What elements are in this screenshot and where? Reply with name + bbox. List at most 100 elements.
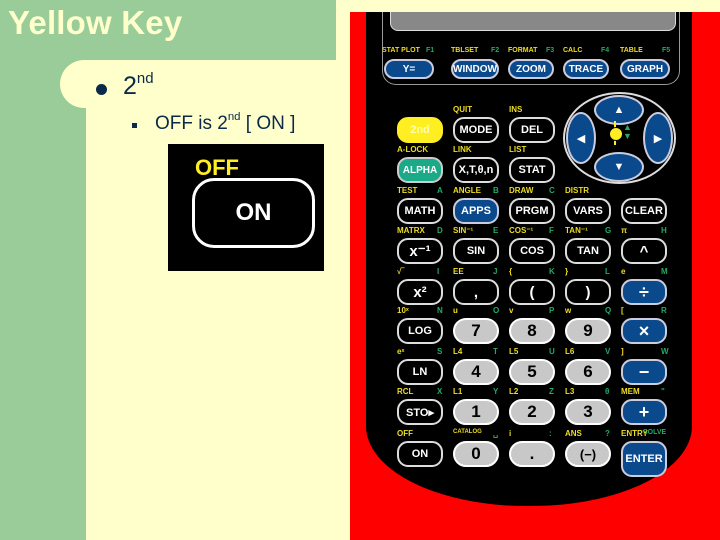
key-8-button[interactable]: 8 xyxy=(509,318,555,344)
key-2-button[interactable]: 2 xyxy=(509,399,555,425)
key-0-button[interactable]: 0 xyxy=(453,441,499,467)
key-key-button[interactable]: − xyxy=(621,359,667,385)
key-1-button[interactable]: 1 xyxy=(453,399,499,425)
alpha-label-c: C xyxy=(549,186,555,195)
alpha-label-d: D xyxy=(437,226,443,235)
alpha-label-g: G xyxy=(605,226,612,235)
key-on-button[interactable]: ON xyxy=(397,441,443,467)
alpha-label-a: A xyxy=(437,186,443,195)
key-alpha-button[interactable]: ALPHA xyxy=(397,157,443,183)
second-label-rcl: RCL xyxy=(397,387,414,396)
key-ln-button[interactable]: LN xyxy=(397,359,443,385)
key-6-button[interactable]: 6 xyxy=(565,359,611,385)
key-enter-button[interactable]: ENTER xyxy=(621,441,667,477)
key-sto-button[interactable]: STO▸ xyxy=(397,399,443,425)
key-sin-button[interactable]: SIN xyxy=(453,238,499,264)
key-5-button[interactable]: 5 xyxy=(509,359,555,385)
key-key-button[interactable]: . xyxy=(509,441,555,467)
second-label-key: [ xyxy=(621,306,624,315)
second-label-tan: TAN⁻¹ xyxy=(565,226,588,235)
second-label-format: FORMAT xyxy=(508,47,538,54)
key-key-button[interactable]: ( xyxy=(509,279,555,305)
key-7-button[interactable]: 7 xyxy=(453,318,499,344)
key-3-button[interactable]: 3 xyxy=(565,399,611,425)
second-label-ins: INS xyxy=(509,105,523,114)
second-label-v: v xyxy=(509,306,514,315)
key-math-button[interactable]: MATH xyxy=(397,198,443,224)
alpha-label-p: P xyxy=(549,306,555,315)
key-key-button[interactable]: ) xyxy=(565,279,611,305)
key-tan-button[interactable]: TAN xyxy=(565,238,611,264)
key-vars-button[interactable]: VARS xyxy=(565,198,611,224)
key-log-button[interactable]: LOG xyxy=(397,318,443,344)
second-label-key: } xyxy=(565,267,569,276)
alpha-label-y: Y xyxy=(493,387,499,396)
on-key-enlarged: ON xyxy=(192,178,315,248)
second-label-draw: DRAW xyxy=(509,186,534,195)
key-mode-button[interactable]: MODE xyxy=(453,117,499,143)
second-label-i: i xyxy=(509,429,512,438)
alpha-label-z: Z xyxy=(549,387,554,396)
key-del-button[interactable]: DEL xyxy=(509,117,555,143)
alpha-label-key: θ xyxy=(605,387,610,396)
arrow-down-icon: ▼ xyxy=(613,161,625,173)
key-stat-button[interactable]: STAT xyxy=(509,157,555,183)
arrow-left-icon: ◀ xyxy=(576,132,586,145)
second-label-u: u xyxy=(453,306,458,315)
key-key-button[interactable]: ÷ xyxy=(621,279,667,305)
alpha-label-i: I xyxy=(437,267,440,276)
key-prgm-button[interactable]: PRGM xyxy=(509,198,555,224)
alpha-label-o: O xyxy=(493,306,500,315)
arrow-down-button[interactable]: ▼ xyxy=(594,152,644,182)
second-label-test: TEST xyxy=(397,186,418,195)
second-label-table: TABLE xyxy=(620,47,643,54)
key-y-button[interactable]: Y= xyxy=(384,59,434,79)
key-clear-button[interactable]: CLEAR xyxy=(621,198,667,224)
fn-label-f5: F5 xyxy=(662,47,671,54)
alpha-label-w: W xyxy=(661,347,669,356)
key-trace-button[interactable]: TRACE xyxy=(563,59,609,79)
fn-label-f2: F2 xyxy=(491,47,500,54)
second-label-ans: ANS xyxy=(565,429,582,438)
key-window-button[interactable]: WINDOW xyxy=(451,59,499,79)
bullet-dot-icon xyxy=(96,84,107,95)
key-key-button[interactable]: + xyxy=(621,399,667,425)
key-x-button[interactable]: x² xyxy=(397,279,443,305)
second-label-w: w xyxy=(565,306,572,315)
arrow-left-button[interactable]: ◀ xyxy=(566,112,596,164)
second-label-mem: MEM xyxy=(621,387,640,396)
contrast-arrows-icon: ▲ ▼ xyxy=(623,122,632,141)
alpha-label-h: H xyxy=(661,226,667,235)
second-label-e: eˣ xyxy=(397,347,405,356)
alpha-label-s: S xyxy=(437,347,443,356)
second-label-l2: L2 xyxy=(509,387,519,396)
alpha-label-r: R xyxy=(661,306,667,315)
calculator-screen xyxy=(390,12,676,31)
key-graph-button[interactable]: GRAPH xyxy=(620,59,670,79)
key-cos-button[interactable]: COS xyxy=(509,238,555,264)
bullet-square-icon xyxy=(132,123,137,128)
second-label-key: √‾ xyxy=(397,267,405,276)
key-x-t-n-button[interactable]: X,T,θ,n xyxy=(453,157,499,183)
key-4-button[interactable]: 4 xyxy=(453,359,499,385)
alpha-label-k: K xyxy=(549,267,555,276)
second-label-key: ] xyxy=(621,347,624,356)
key-key-button[interactable]: × xyxy=(621,318,667,344)
key-apps-button[interactable]: APPS xyxy=(453,198,499,224)
arrow-right-button[interactable]: ▶ xyxy=(643,112,673,164)
alpha-label-key: : xyxy=(549,429,552,438)
key-key-button[interactable]: , xyxy=(453,279,499,305)
arrow-up-button[interactable]: ▲ xyxy=(594,95,644,125)
key-x-button[interactable]: x⁻¹ xyxy=(397,238,443,264)
bullet-level1-text: 2nd xyxy=(123,70,154,100)
alpha-label-f: F xyxy=(549,226,554,235)
key-key-button[interactable]: (−) xyxy=(565,441,611,467)
key-9-button[interactable]: 9 xyxy=(565,318,611,344)
alpha-label-l: L xyxy=(605,267,610,276)
alpha-label-b: B xyxy=(493,186,499,195)
alpha-label-t: T xyxy=(493,347,498,356)
on-key-illustration: OFF ON xyxy=(168,144,324,271)
key-key-button[interactable]: ^ xyxy=(621,238,667,264)
key-zoom-button[interactable]: ZOOM xyxy=(508,59,554,79)
key-2nd-button[interactable]: 2nd xyxy=(397,117,443,143)
